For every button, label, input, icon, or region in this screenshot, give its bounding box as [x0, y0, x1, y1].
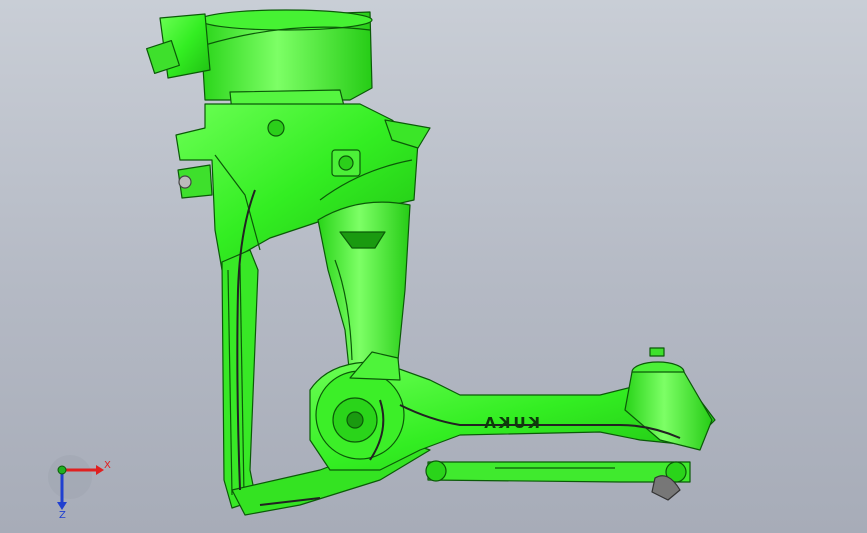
y-axis-dot [57, 465, 67, 475]
x-arrow [96, 465, 104, 475]
orientation-triad[interactable]: X Z [48, 455, 111, 521]
parallel-link[interactable] [425, 460, 691, 483]
upper-arm[interactable] [317, 201, 411, 381]
triad-disc [48, 455, 92, 499]
z-axis-label: Z [59, 510, 66, 521]
3d-viewport[interactable]: KUKA X Z [0, 0, 867, 533]
z-arrow [57, 502, 67, 510]
base-turret[interactable] [146, 9, 373, 113]
kuka-logo: KUKA [481, 414, 540, 432]
x-axis-label: X [104, 460, 111, 471]
cable-harness [236, 189, 681, 506]
svg-text:KUKA: KUKA [481, 414, 540, 432]
robot-model[interactable]: KUKA X Z [0, 0, 867, 533]
